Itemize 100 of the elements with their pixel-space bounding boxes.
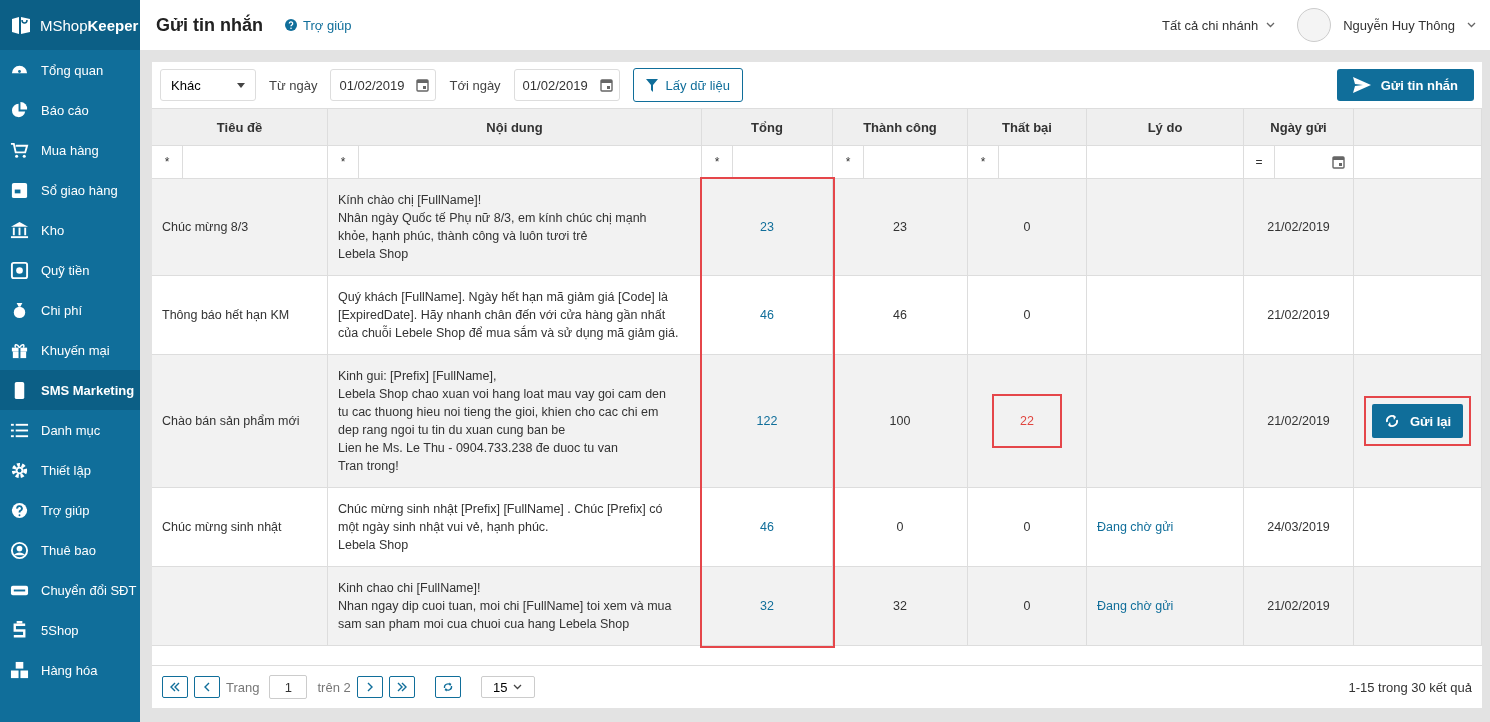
sidebar-item[interactable]: Thuê bao <box>0 530 140 570</box>
page-total-label: trên 2 <box>317 679 351 695</box>
sidebar-item[interactable]: Trợ giúp <box>0 490 140 530</box>
sidebar-item[interactable]: Mua hàng <box>0 130 140 170</box>
previous-page-button[interactable] <box>194 676 220 698</box>
message-content: Quý khách [FullName]. Ngày hết hạn mã giảm giá [Code] là [ExpiredDate]. Hãy nhanh chân đến với cửa hàng gần nhất của chuỗi Lebele Shop để mua sắm và sử dụng mã giảm giá. <box>338 289 679 342</box>
sidebar-item[interactable]: Hàng hóa <box>0 650 140 690</box>
filter-icon <box>645 78 658 92</box>
filter-operator[interactable]: = <box>1244 146 1275 178</box>
sidebar-item[interactable]: Kho <box>0 210 140 250</box>
bank-icon <box>10 220 29 240</box>
sidebar-item[interactable]: Quỹ tiền <box>0 250 140 290</box>
sidebar-item[interactable]: Tổng quan <box>0 50 140 90</box>
safe-icon <box>10 260 29 280</box>
table-cell: Chúc mừng 8/3 <box>152 179 328 276</box>
sidebar-item[interactable]: Sổ giao hàng <box>0 170 140 210</box>
help-link[interactable]: Trợ giúp <box>285 17 352 33</box>
refresh-icon <box>1384 413 1400 429</box>
to-date-field[interactable]: 01/02/2019 <box>513 69 620 101</box>
message-content: Chúc mừng sinh nhật [Prefix] [FullName] . Chúc [Prefix] có một ngày sinh nhật vui vẻ, hạnh phúc. Lebela Shop <box>338 501 663 554</box>
total-count-link[interactable]: 46 <box>760 308 774 322</box>
calendar-icon[interactable] <box>1332 155 1345 169</box>
column-header: Nội dung <box>328 109 702 146</box>
sidebar-item[interactable]: Chi phí <box>0 290 140 330</box>
chevron-down-icon <box>1266 22 1276 28</box>
from-date-field[interactable]: 01/02/2019 <box>330 69 437 101</box>
branch-selector[interactable]: Tất cả chi nhánh <box>1162 17 1276 33</box>
filter-operator[interactable]: * <box>702 146 733 178</box>
total-count-link[interactable]: 46 <box>760 520 774 534</box>
message-content: Kính chào chị [FullName]! Nhân ngày Quốc tế Phụ nữ 8/3, em kính chúc chị mạnh khỏe, hạnh phúc, thành công và luôn tươi trẻ Lebela Shop <box>338 192 647 263</box>
status-text: Đang chờ gửi <box>1097 599 1174 613</box>
calendar-icon[interactable] <box>599 78 613 92</box>
double-chevron-left-icon <box>169 681 181 693</box>
column-header: Tiêu đề <box>152 109 328 146</box>
fetch-data-button[interactable]: Lấy dữ liệu <box>632 68 743 102</box>
sidebar-item[interactable]: Danh mục <box>0 410 140 450</box>
sidebar-item[interactable]: SMS Marketing <box>0 370 140 410</box>
failed-count: 0 <box>1023 520 1031 534</box>
cart-icon <box>10 140 29 160</box>
first-page-button[interactable] <box>162 676 188 698</box>
total-count-link[interactable]: 32 <box>760 599 774 613</box>
column-header: Thất bại <box>968 109 1087 146</box>
refresh-icon <box>441 681 454 693</box>
result-summary: 1-15 trong 30 kết quả <box>1348 679 1472 695</box>
caret-icon <box>237 82 245 88</box>
resend-button[interactable]: Gửi lại <box>1372 404 1464 438</box>
sidebar-item[interactable]: Khuyến mại <box>0 330 140 370</box>
failed-count: 0 <box>1023 308 1031 322</box>
chevron-down-icon <box>513 684 523 690</box>
filter-operator[interactable]: * <box>968 146 999 178</box>
filter-operator[interactable]: * <box>833 146 864 178</box>
page-number-field[interactable]: 1 <box>269 675 308 699</box>
help-icon <box>10 500 29 520</box>
column-header: Ngày gửi <box>1244 109 1354 146</box>
table-cell: Chào bán sản phẩm mới <box>152 355 328 488</box>
column-header: Thành công <box>833 109 968 146</box>
sidebar-item[interactable]: Báo cáo <box>0 90 140 130</box>
send-message-button[interactable]: Gửi tin nhắn <box>1336 69 1474 101</box>
help-icon <box>285 19 298 31</box>
total-count-link[interactable]: 23 <box>760 220 774 234</box>
column-header: Lý do <box>1087 109 1244 146</box>
status-text: Đang chờ gửi <box>1097 520 1174 534</box>
filter-operator[interactable]: * <box>328 146 359 178</box>
truck-icon <box>10 180 29 200</box>
avatar <box>1297 8 1332 42</box>
app-logo-text: MShopKeeper <box>40 16 139 34</box>
message-content: Kinh chao chi [FullName]! Nhan ngay dip cuoi tuan, moi chi [FullName] toi xem và mua sam san pham moi cua chuoi cua hang Lebela Shop <box>338 580 672 633</box>
type-select[interactable]: Khác <box>160 69 256 101</box>
boxes-icon <box>10 660 29 680</box>
table-cell: 21/02/2019 <box>1244 179 1354 276</box>
message-content: Kinh gui: [Prefix] [FullName], Lebela Shop chao xuan voi hang loat mau vay goi cam den tu cac thuong hieu noi tieng the gioi, khien cho cac chi em dep rang ngoi tu tin du xuan cung ban be Lien he Ms. Le Thu - 0904.733.238 đe duoc tu van Tran trong! <box>338 368 666 475</box>
sidebar-item[interactable]: Thiết lập <box>0 450 140 490</box>
last-page-button[interactable] <box>388 676 415 698</box>
refresh-button[interactable] <box>434 676 461 698</box>
table-cell: 21/02/2019 <box>1244 567 1354 646</box>
chevron-down-icon <box>1467 22 1476 28</box>
settings-icon <box>10 460 29 480</box>
user-icon <box>10 540 29 560</box>
page-title: Gửi tin nhắn <box>156 14 264 36</box>
column-header: Tổng <box>702 109 833 146</box>
table-cell: 32 <box>833 567 968 646</box>
from-date-label: Từ ngày <box>269 77 318 93</box>
double-chevron-right-icon <box>395 681 408 693</box>
filter-operator[interactable]: * <box>152 146 183 178</box>
failed-count: 0 <box>1023 599 1031 613</box>
failed-count: 0 <box>1023 220 1031 234</box>
calendar-icon[interactable] <box>416 78 430 92</box>
table-cell: 100 <box>833 355 968 488</box>
failed-count: 22 <box>994 396 1060 446</box>
to-date-label: Tới ngày <box>449 77 501 93</box>
sidebar-item[interactable]: Chuyển đổi SĐT <box>0 570 140 610</box>
page-label: Trang <box>226 679 260 695</box>
user-name[interactable]: Nguyễn Huy Thông <box>1343 17 1455 33</box>
pie-chart-icon <box>10 100 29 120</box>
total-count-link[interactable]: 122 <box>756 414 778 428</box>
sidebar-item[interactable]: 5Shop <box>0 610 140 650</box>
table-cell: 21/02/2019 <box>1244 355 1354 488</box>
page-size-select[interactable]: 15 <box>480 676 535 698</box>
send-icon <box>1352 77 1371 93</box>
next-page-button[interactable] <box>356 676 383 698</box>
